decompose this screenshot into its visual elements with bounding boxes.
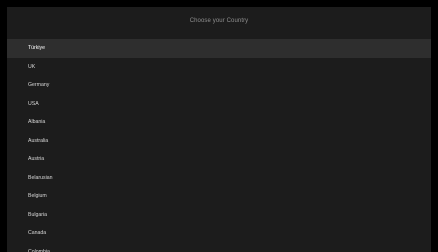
country-picker-panel: Choose your Country Türkiye UK Germany U… [7,7,431,252]
list-item-colombia[interactable]: Colombia [7,243,431,252]
list-item-germany[interactable]: Germany [7,76,431,95]
list-item-canada[interactable]: Canada [7,224,431,243]
list-item-albania[interactable]: Albania [7,113,431,132]
header: Choose your Country [7,7,431,35]
list-item-uk[interactable]: UK [7,58,431,77]
screen: Choose your Country Türkiye UK Germany U… [0,0,438,252]
page-title: Choose your Country [189,18,249,24]
list-item-belgium[interactable]: Belgium [7,187,431,206]
country-list: Türkiye UK Germany USA Albania Australia… [7,39,431,252]
list-item-australia[interactable]: Australia [7,132,431,151]
list-item-austria[interactable]: Austria [7,150,431,169]
list-item-bulgaria[interactable]: Bulgaria [7,206,431,225]
list-item-turkiye[interactable]: Türkiye [7,39,431,58]
list-item-belarusian[interactable]: Belarusian [7,169,431,188]
list-item-usa[interactable]: USA [7,95,431,114]
